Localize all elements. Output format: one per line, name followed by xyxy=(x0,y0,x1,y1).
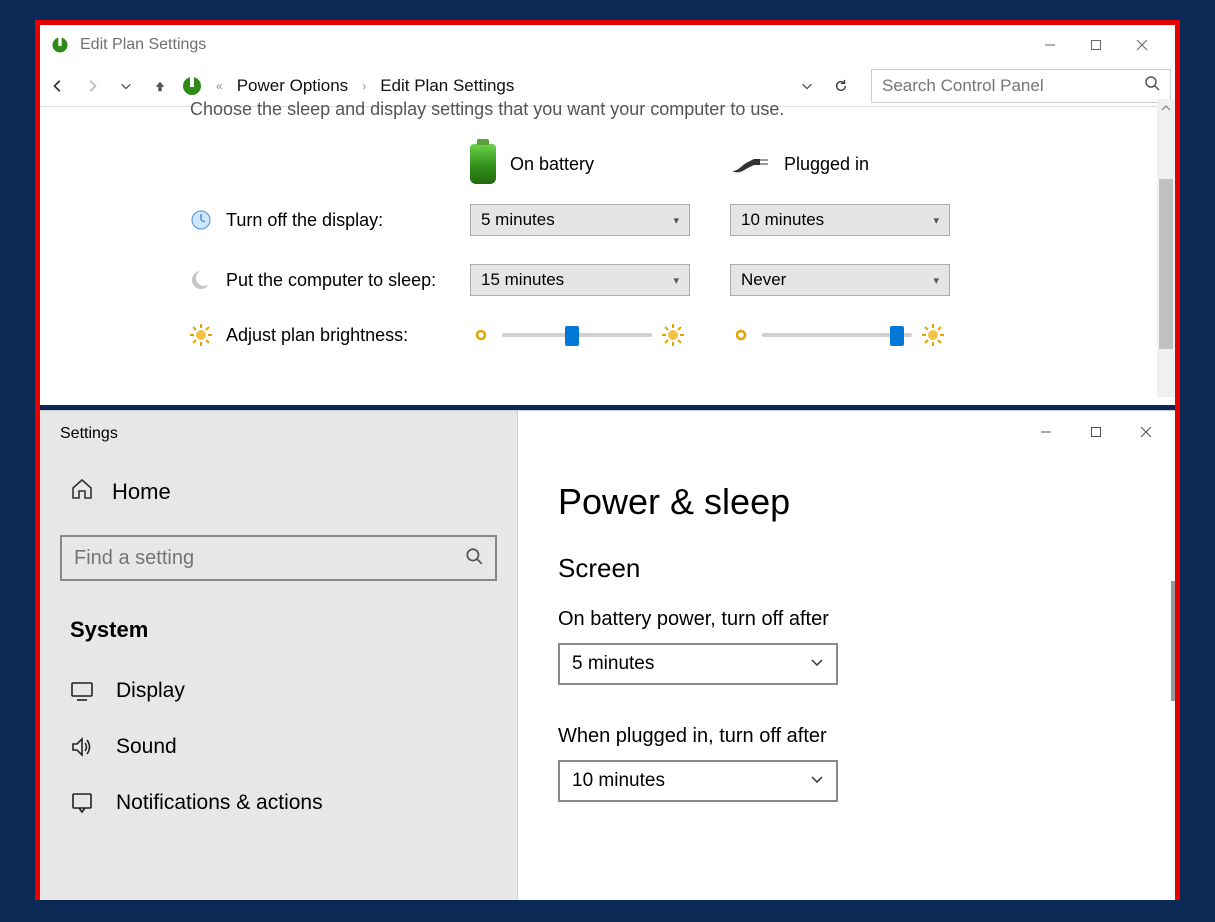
chevron-down-icon: ▾ xyxy=(673,214,679,227)
sound-icon xyxy=(70,735,94,759)
column-label: Plugged in xyxy=(784,154,869,175)
column-header-battery: On battery xyxy=(470,144,720,184)
brightness-slider-battery[interactable] xyxy=(502,333,652,337)
slider-thumb[interactable] xyxy=(890,326,904,346)
chevron-down-icon xyxy=(810,653,824,675)
search-input[interactable] xyxy=(74,547,465,570)
address-dropdown[interactable] xyxy=(793,72,821,100)
section-heading: Screen xyxy=(558,553,1135,584)
back-button[interactable] xyxy=(44,72,72,100)
chevron-down-icon xyxy=(810,770,824,792)
window-title: Settings xyxy=(40,411,517,467)
address-icon xyxy=(180,74,204,98)
minimize-button[interactable] xyxy=(1027,30,1073,60)
field-label: When plugged in, turn off after xyxy=(558,725,1135,748)
history-dropdown[interactable] xyxy=(112,72,140,100)
row-label: Adjust plan brightness: xyxy=(226,325,408,346)
chevron-right-icon: › xyxy=(356,79,372,93)
titlebar[interactable]: Edit Plan Settings xyxy=(40,25,1175,65)
display-icon xyxy=(70,679,94,703)
search-box[interactable] xyxy=(871,69,1171,103)
sun-dim-icon xyxy=(730,324,752,346)
battery-icon xyxy=(470,144,496,184)
control-panel-window: Edit Plan Settings « Power Options › xyxy=(40,25,1175,405)
setting-row-brightness: Adjust plan brightness: xyxy=(190,324,1065,346)
chevron-down-icon: ▾ xyxy=(673,274,679,287)
sidebar-item-display[interactable]: Display xyxy=(40,663,517,719)
column-label: On battery xyxy=(510,154,594,175)
sidebar-search[interactable] xyxy=(60,535,497,581)
content-area: Choose the sleep and display settings th… xyxy=(40,99,1175,397)
display-off-plugged-select[interactable]: 10 minutes ▾ xyxy=(730,204,950,236)
sidebar-item-label: Home xyxy=(112,479,171,505)
home-icon xyxy=(70,477,94,507)
column-header-plugged: Plugged in xyxy=(730,153,980,175)
page-title: Power & sleep xyxy=(558,481,1135,523)
breadcrumb-item[interactable]: Edit Plan Settings xyxy=(378,76,516,96)
sun-dim-icon xyxy=(470,324,492,346)
close-button[interactable] xyxy=(1121,415,1171,449)
close-button[interactable] xyxy=(1119,30,1165,60)
refresh-button[interactable] xyxy=(827,72,855,100)
notifications-icon xyxy=(70,791,94,815)
sidebar-item-label: Notifications & actions xyxy=(116,791,323,815)
sleep-plugged-select[interactable]: Never ▾ xyxy=(730,264,950,296)
sidebar-item-notifications[interactable]: Notifications & actions xyxy=(40,775,517,831)
breadcrumb-root-icon[interactable]: « xyxy=(210,79,229,93)
sidebar-home[interactable]: Home xyxy=(40,467,517,517)
search-input[interactable] xyxy=(882,76,1144,96)
forward-button[interactable] xyxy=(78,72,106,100)
moon-icon xyxy=(190,269,212,291)
scrollbar[interactable] xyxy=(1157,99,1175,397)
chevron-down-icon: ▾ xyxy=(933,274,939,287)
setting-row-sleep: Put the computer to sleep: 15 minutes ▾ … xyxy=(190,264,1065,296)
scroll-thumb[interactable] xyxy=(1171,581,1175,701)
search-icon[interactable] xyxy=(465,547,483,570)
brightness-slider-plugged[interactable] xyxy=(762,333,912,337)
sun-icon xyxy=(190,324,212,346)
up-button[interactable] xyxy=(146,72,174,100)
power-options-icon xyxy=(50,35,70,55)
chevron-down-icon: ▾ xyxy=(933,214,939,227)
page-description: Choose the sleep and display settings th… xyxy=(190,99,1065,120)
row-label: Put the computer to sleep: xyxy=(226,270,436,291)
sidebar-item-sound[interactable]: Sound xyxy=(40,719,517,775)
settings-main: Power & sleep Screen On battery power, t… xyxy=(518,411,1175,900)
plug-icon xyxy=(730,153,770,175)
screen-off-battery-select[interactable]: 5 minutes xyxy=(558,643,838,685)
breadcrumb-item[interactable]: Power Options xyxy=(235,76,351,96)
minimize-button[interactable] xyxy=(1021,415,1071,449)
display-timer-icon xyxy=(190,209,212,231)
search-icon[interactable] xyxy=(1144,75,1160,96)
sidebar-group-title: System xyxy=(40,611,517,663)
screen-off-plugged-select[interactable]: 10 minutes xyxy=(558,760,838,802)
scroll-thumb[interactable] xyxy=(1159,179,1173,349)
settings-sidebar: Settings Home System Display Sound xyxy=(40,411,518,900)
window-title: Edit Plan Settings xyxy=(80,36,206,54)
sidebar-item-label: Sound xyxy=(116,735,177,759)
sleep-battery-select[interactable]: 15 minutes ▾ xyxy=(470,264,690,296)
maximize-button[interactable] xyxy=(1073,30,1119,60)
row-label: Turn off the display: xyxy=(226,210,383,231)
maximize-button[interactable] xyxy=(1071,415,1121,449)
display-off-battery-select[interactable]: 5 minutes ▾ xyxy=(470,204,690,236)
settings-window: Settings Home System Display Sound xyxy=(40,410,1175,900)
slider-thumb[interactable] xyxy=(565,326,579,346)
sidebar-item-label: Display xyxy=(116,679,185,703)
field-label: On battery power, turn off after xyxy=(558,608,1135,631)
sun-bright-icon xyxy=(922,324,944,346)
sun-bright-icon xyxy=(662,324,684,346)
scroll-up-icon[interactable] xyxy=(1157,99,1175,117)
setting-row-display: Turn off the display: 5 minutes ▾ 10 min… xyxy=(190,204,1065,236)
